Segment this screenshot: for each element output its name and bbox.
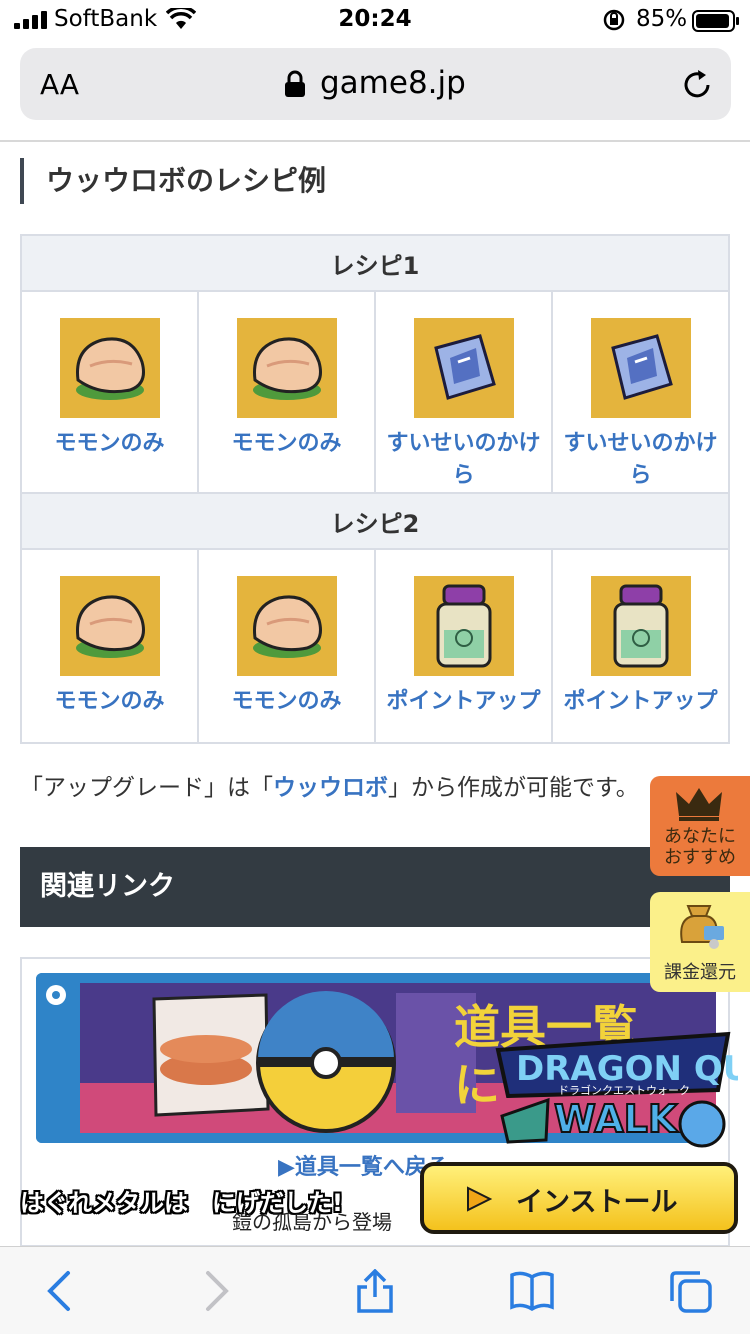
recommend-label: あなたに — [664, 826, 736, 847]
recipe-cell[interactable]: モモンのみ — [20, 548, 199, 744]
install-button[interactable]: インストール — [420, 1162, 738, 1234]
recipe-title: レシピ2 — [20, 492, 730, 550]
recommend-label: おすすめ — [664, 847, 736, 868]
ad-subtext: 鎧の孤島から登場 — [232, 1210, 392, 1234]
tabs-icon[interactable] — [668, 1269, 712, 1313]
status-bar: SoftBank 20:24 85% — [0, 0, 750, 42]
pp-up-icon[interactable] — [590, 576, 691, 676]
recipe-cell[interactable]: すいせいのかけら — [551, 290, 730, 494]
divider — [0, 140, 750, 142]
momon-berry-icon[interactable] — [59, 318, 160, 418]
item-name-link[interactable]: モモンのみ — [199, 686, 374, 718]
dragon-quest-walk-logo[interactable]: DRAGON QUEST ドラゴンクエストウォーク WALK — [488, 1020, 738, 1148]
item-name-link[interactable]: すいせいのかけら — [553, 428, 728, 492]
padlock-icon — [285, 70, 305, 97]
related-links-heading: 関連リンク — [20, 847, 730, 927]
comet-shard-icon[interactable] — [413, 318, 514, 418]
item-name-link[interactable]: モモンのみ — [199, 428, 374, 460]
money-bag-icon — [680, 905, 724, 949]
refund-label: 課金還元 — [664, 962, 736, 983]
paragraph-text: 「アップグレード」は「 — [20, 775, 273, 801]
logo-subtitle: ドラゴンクエストウォーク — [558, 1083, 690, 1097]
recipe-cell[interactable]: モモンのみ — [197, 548, 376, 744]
battery-icon — [692, 10, 739, 32]
inline-link[interactable]: ウッウロボ — [273, 775, 388, 801]
item-name-link[interactable]: すいせいのかけら — [376, 428, 551, 492]
battery-percent: 85% — [636, 6, 688, 32]
bookmarks-icon[interactable] — [510, 1269, 554, 1313]
reload-icon[interactable] — [680, 68, 714, 102]
crown-icon — [676, 788, 722, 821]
recommend-button[interactable]: あなたに おすすめ — [650, 776, 750, 876]
install-label: インストール — [516, 1187, 678, 1218]
paragraph-text: 」から作成が可能です。 — [388, 775, 639, 801]
browser-toolbar — [0, 1246, 750, 1334]
forward-icon[interactable] — [194, 1269, 238, 1313]
orientation-lock-icon — [603, 9, 625, 31]
refund-button[interactable]: 課金還元 — [650, 892, 750, 992]
item-name-link[interactable]: モモンのみ — [22, 686, 197, 718]
logo-walk: WALK — [554, 1097, 679, 1141]
url-domain[interactable]: game8.jp — [320, 65, 466, 101]
pp-up-icon[interactable] — [413, 576, 514, 676]
recipe-cell[interactable]: ポイントアップ — [374, 548, 553, 744]
momon-berry-icon[interactable] — [59, 576, 160, 676]
momon-berry-icon[interactable] — [236, 576, 337, 676]
comet-shard-icon[interactable] — [590, 318, 691, 418]
text-size-button[interactable]: AA — [40, 68, 79, 101]
recipe-table: レシピ1 モモンのみ モモンのみ すいせいのかけら すいせいのかけら レシピ2 — [20, 234, 730, 744]
play-icon — [467, 1186, 492, 1212]
recipe-cell[interactable]: ポイントアップ — [551, 548, 730, 744]
body-paragraph: 「アップグレード」は「ウッウロボ」から作成が可能です。 — [20, 768, 720, 802]
recipe-cell[interactable]: モモンのみ — [197, 290, 376, 494]
item-name-link[interactable]: ポイントアップ — [376, 686, 551, 718]
section-heading: ウッウロボのレシピ例 — [20, 158, 326, 204]
logo-title: DRAGON QUEST — [516, 1049, 738, 1089]
item-name-link[interactable]: ポイントアップ — [553, 686, 728, 718]
back-icon[interactable] — [38, 1269, 82, 1313]
share-icon[interactable] — [353, 1269, 397, 1313]
item-name-link[interactable]: モモンのみ — [22, 428, 197, 460]
recipe-cell[interactable]: モモンのみ — [20, 290, 199, 494]
address-bar[interactable]: AA game8.jp — [20, 48, 731, 120]
momon-berry-icon[interactable] — [236, 318, 337, 418]
recipe-cell[interactable]: すいせいのかけら — [374, 290, 553, 494]
recipe-title: レシピ1 — [20, 234, 730, 292]
